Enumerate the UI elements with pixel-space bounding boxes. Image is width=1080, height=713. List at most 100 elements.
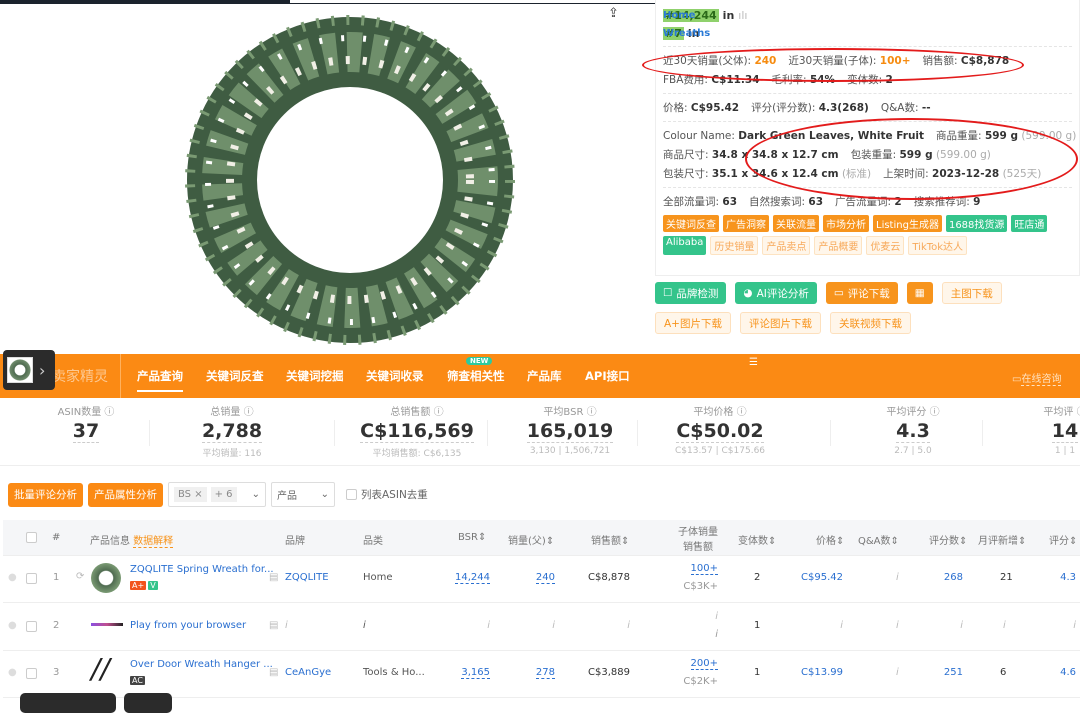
- loading-icon: ⟳: [76, 571, 85, 582]
- bsr-link[interactable]: 14,244: [455, 572, 490, 584]
- tool-tag[interactable]: 历史销量: [710, 236, 759, 255]
- pin-icon[interactable]: ●: [8, 667, 17, 678]
- tool-tag[interactable]: 关键词反查: [663, 215, 719, 232]
- help-icon[interactable]: ⓘ: [1077, 407, 1080, 418]
- doc-icon[interactable]: ▤: [269, 620, 278, 631]
- rank-category-link[interactable]: Home: [663, 10, 695, 21]
- rank-category-link[interactable]: Wreaths: [663, 28, 710, 39]
- table-row[interactable]: ● 2 Play from your browser ▤ i i i i i i…: [3, 604, 1080, 651]
- table-row[interactable]: ● 1 ⟳ ZQQLITE Spring Wreath for... A+ V ▤…: [3, 556, 1080, 603]
- sort-sales[interactable]: 销量(父)⇕: [508, 532, 554, 547]
- reviews-link[interactable]: 268: [944, 572, 963, 583]
- brand-link[interactable]: CeAnGye: [285, 667, 331, 678]
- row-checkbox[interactable]: [26, 620, 37, 632]
- action-button[interactable]: ◕ AI评论分析: [735, 282, 817, 304]
- bsr-link[interactable]: i: [487, 620, 490, 631]
- select-all-checkbox[interactable]: [26, 532, 37, 543]
- row-checkbox[interactable]: [26, 668, 37, 679]
- product-thumbnail[interactable]: //: [91, 654, 125, 688]
- nav-item[interactable]: 关键词收录: [366, 368, 424, 384]
- brand-link[interactable]: ZQQLITE: [285, 572, 329, 583]
- collapse-icon[interactable]: ☰: [749, 357, 758, 368]
- product-thumbnail[interactable]: [91, 611, 125, 645]
- sort-qa[interactable]: Q&A数⇕: [858, 532, 899, 547]
- tool-tag[interactable]: Listing生成器: [873, 215, 942, 232]
- action-button[interactable]: 关联视频下载: [829, 312, 911, 334]
- product-badge: AC: [130, 676, 145, 685]
- sales-link[interactable]: 240: [535, 572, 555, 584]
- nav-item[interactable]: 产品查询: [137, 368, 183, 392]
- nav-item[interactable]: 关键词反查: [206, 368, 264, 384]
- stat-card: 平均评分 ⓘ 4.3 2.7 | 5.0: [886, 407, 940, 456]
- help-icon[interactable]: ⓘ: [244, 407, 254, 418]
- batch-review-analysis-button[interactable]: 批量评论分析: [8, 482, 83, 507]
- sort-rating[interactable]: 评分⇕: [1049, 532, 1077, 547]
- sort-variants[interactable]: 变体数⇕: [738, 532, 776, 547]
- reviews-link[interactable]: 251: [944, 667, 963, 678]
- action-button[interactable]: ▭ 评论下载: [825, 282, 898, 304]
- tool-tag[interactable]: 产品卖点: [762, 236, 811, 255]
- action-button[interactable]: ▦: [906, 282, 933, 304]
- sort-bsr[interactable]: BSR⇕: [458, 532, 486, 543]
- tool-tag[interactable]: TikTok达人: [908, 236, 968, 255]
- reviews-link[interactable]: i: [960, 620, 963, 631]
- product-thumb-toggle[interactable]: ›: [3, 350, 55, 390]
- action-button[interactable]: 评论图片下载: [739, 312, 821, 334]
- product-title-link[interactable]: Over Door Wreath Hanger ...: [130, 659, 273, 670]
- online-consult-link[interactable]: ▭在线咨询: [1012, 370, 1062, 386]
- sort-price[interactable]: 价格⇕: [816, 532, 844, 547]
- tool-tag[interactable]: 市场分析: [823, 215, 869, 232]
- sort-child-sales[interactable]: 子体销量 销售额: [678, 523, 718, 553]
- pin-icon[interactable]: ●: [8, 572, 17, 583]
- tool-tag[interactable]: 优麦云: [866, 236, 905, 255]
- data-explain-link[interactable]: 数据解释: [133, 536, 174, 548]
- brand-link[interactable]: i: [285, 620, 288, 631]
- child-sales-link[interactable]: i: [715, 611, 718, 622]
- product-title-link[interactable]: ZQQLITE Spring Wreath for...: [130, 564, 274, 575]
- nav-item[interactable]: API接口: [585, 368, 630, 384]
- nav-item[interactable]: 关键词挖掘: [286, 368, 344, 384]
- chart-icon[interactable]: ılı: [738, 9, 747, 22]
- nav-item[interactable]: 筛查相关性: [447, 368, 505, 384]
- action-button[interactable]: 主图下载: [941, 282, 1002, 304]
- child-sales-link[interactable]: 200+: [690, 658, 718, 670]
- doc-icon[interactable]: ▤: [269, 667, 278, 678]
- type-select[interactable]: 产品 ⌄: [271, 482, 335, 507]
- tool-tag[interactable]: 关联流量: [773, 215, 819, 232]
- tool-tag[interactable]: 旺店通: [1011, 215, 1048, 232]
- action-button[interactable]: A+图片下载: [655, 312, 731, 334]
- bsr-link[interactable]: 3,165: [461, 667, 490, 679]
- dedupe-checkbox[interactable]: 列表ASIN去重: [346, 487, 428, 502]
- doc-icon[interactable]: ▤: [269, 572, 278, 583]
- help-icon[interactable]: ⓘ: [434, 407, 444, 418]
- table-row[interactable]: ● 3 // Over Door Wreath Hanger ... AC ▤ …: [3, 651, 1080, 698]
- tool-tag[interactable]: 产品概要: [814, 236, 863, 255]
- tool-tag[interactable]: 广告洞察: [723, 215, 769, 232]
- tool-tag[interactable]: Alibaba: [663, 236, 707, 255]
- product-image-wreath[interactable]: [165, 5, 535, 355]
- product-attribute-analysis-button[interactable]: 产品属性分析: [88, 482, 163, 507]
- share-icon[interactable]: ⇪: [608, 6, 619, 21]
- help-icon[interactable]: ⓘ: [587, 407, 597, 418]
- floating-button[interactable]: [124, 693, 172, 713]
- help-icon[interactable]: ⓘ: [737, 407, 747, 418]
- help-icon[interactable]: ⓘ: [930, 407, 940, 418]
- sales-link[interactable]: 278: [535, 667, 555, 679]
- product-title-link[interactable]: Play from your browser: [130, 620, 246, 631]
- row-checkbox[interactable]: [26, 573, 37, 584]
- help-icon[interactable]: ⓘ: [104, 407, 114, 418]
- sales-link[interactable]: i: [552, 620, 555, 631]
- sort-revenue[interactable]: 销售额⇕: [591, 532, 629, 547]
- marketplace-filter-select[interactable]: BS × + 6 ⌄: [168, 482, 266, 507]
- pin-icon[interactable]: ●: [8, 620, 17, 631]
- table-toolbar: 批量评论分析 产品属性分析 BS × + 6 ⌄ 产品 ⌄ 列表ASIN去重: [8, 482, 428, 507]
- floating-toolbar[interactable]: [20, 693, 116, 713]
- action-button[interactable]: ☐ 品牌检测: [655, 282, 727, 304]
- nav-item[interactable]: 产品库: [527, 368, 562, 384]
- sort-reviews[interactable]: 评分数⇕: [929, 532, 967, 547]
- child-sales-link[interactable]: 100+: [690, 563, 718, 575]
- tool-tag[interactable]: 1688找货源: [945, 215, 1008, 232]
- product-thumbnail[interactable]: [91, 563, 125, 597]
- filter-chip[interactable]: BS ×: [174, 487, 207, 502]
- sort-monthly-new[interactable]: 月评新增⇕: [978, 532, 1026, 547]
